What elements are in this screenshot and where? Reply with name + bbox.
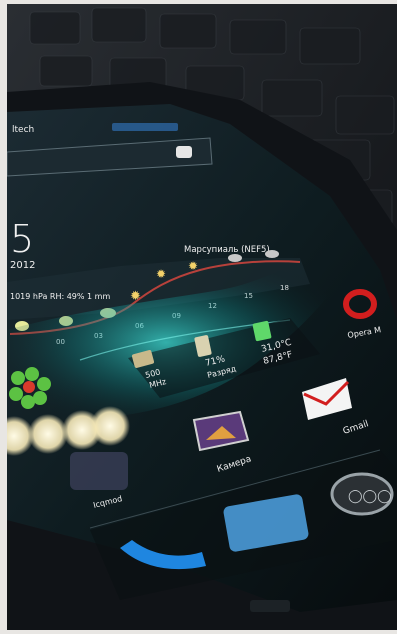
sun-icon: ✹ (156, 267, 166, 281)
cloud-icon (265, 250, 279, 258)
clock-date: 2012 (10, 260, 35, 271)
sun-icon: ✹ (188, 259, 198, 273)
messaging-dots: ◯◯◯ (348, 489, 392, 504)
clock-time: 5 (10, 217, 34, 261)
sun-icon: ✹ (130, 289, 141, 304)
home-nav-button[interactable] (250, 600, 290, 612)
mic-icon[interactable] (176, 146, 192, 158)
phone-photo: ltech 5 2012 Марсупиаль (NEF5) 1019 hPa … (0, 0, 397, 634)
app-icon (70, 452, 128, 490)
cloud-icon (228, 254, 242, 262)
status-bar-text: ltech (12, 125, 34, 135)
weather-location: Марсупиаль (NEF5) (184, 245, 270, 255)
weather-conditions: 1019 hPa RH: 49% 1 mm (10, 292, 110, 301)
status-icons (112, 123, 178, 131)
